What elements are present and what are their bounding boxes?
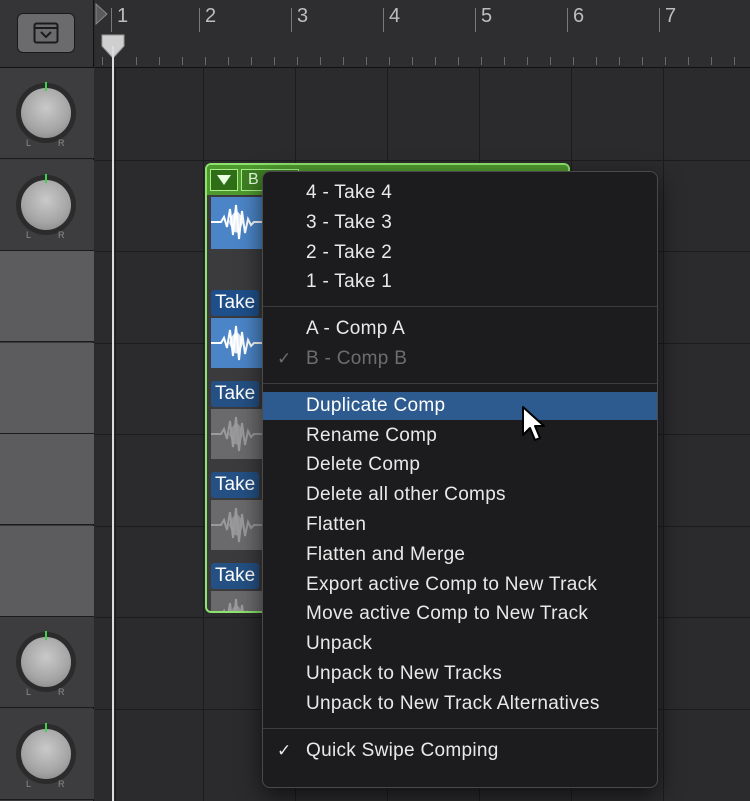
take-lane-label: Take [211,381,260,407]
menu-item-label: Quick Swipe Comping [306,739,499,761]
track-header[interactable] [0,251,94,342]
cycle-start-marker-icon [95,2,108,26]
pan-left-label: L [26,229,32,240]
menu-item-label: Unpack to New Track Alternatives [306,692,600,714]
ruler-bar-tick [199,8,200,32]
menu-item-delete-all-other-comps[interactable]: Delete all other Comps [263,481,657,509]
menu-item-flatten[interactable]: Flatten [263,511,657,539]
pan-right-label: R [58,687,65,697]
pan-left-label: L [26,138,32,148]
menu-item-1-take-1[interactable]: 1 - Take 1 [263,268,657,296]
ruler-bar-tick [111,8,112,32]
menu-item-a-comp-a[interactable]: A - Comp A [263,315,657,343]
menu-item-label: 1 - Take 1 [306,271,393,293]
menu-item-delete-comp[interactable]: Delete Comp [263,451,657,479]
menu-separator [263,382,657,384]
track-header[interactable]: LR [0,68,94,159]
checkmark-icon: ✓ [277,740,292,760]
menu-separator [263,727,657,729]
take-lane-label: Take [211,563,260,589]
menu-item-quick-swipe-comping[interactable]: ✓ Quick Swipe Comping [263,737,657,765]
pan-knob[interactable] [21,631,71,687]
menu-item-label: Delete Comp [306,454,421,476]
track-header[interactable] [0,434,94,525]
ruler-bar-number: 2 [205,5,217,27]
menu-item-3-take-3[interactable]: 3 - Take 3 [263,209,657,237]
menu-item-label: Duplicate Comp [306,394,446,416]
menu-item-label: Unpack to New Tracks [306,663,503,684]
ruler-bar-number: 7 [665,5,677,27]
ruler-bar-tick [475,8,476,32]
timeline-ruler[interactable]: 1 2 3 4 5 6 7 [95,0,750,68]
ruler-corner [0,0,94,68]
ruler-bar-tick [383,8,384,32]
ruler-bar-number: 6 [573,5,585,27]
menu-item-2-take-2[interactable]: 2 - Take 2 [263,239,657,267]
track-header[interactable]: LR [0,159,94,251]
menu-item-label: B - Comp B [306,348,408,369]
menu-item-label: 4 - Take 4 [306,182,393,203]
track-header[interactable]: LR [0,708,94,800]
menu-item-label: Delete all other Comps [306,484,506,506]
menu-item-label: Rename Comp [306,424,438,446]
take-folder-context-menu: 4 - Take 4 3 - Take 3 2 - Take 2 1 - Take 1… [262,171,658,788]
pan-left-label: L [26,687,32,697]
take-folder-disclosure-button[interactable] [210,169,238,191]
pan-right-label: R [58,229,65,240]
ruler-minor-ticks [95,57,750,65]
menu-item-rename-comp[interactable]: Rename Comp [263,422,657,450]
pan-knob[interactable] [21,82,71,138]
menu-separator [263,306,657,308]
chevron-down-box-icon [33,22,59,44]
take-lane-label: Take [211,290,260,316]
menu-item-label: Export active Comp to New Track [306,573,598,595]
collapse-tracks-button[interactable] [17,13,75,53]
ruler-bar-number: 3 [297,5,309,27]
menu-item-label: A - Comp A [306,318,406,340]
ruler-bar-tick [567,8,568,32]
ruler-bar-number: 4 [389,5,401,27]
menu-item-flatten-and-merge[interactable]: Flatten and Merge [263,541,657,569]
menu-item-unpack-to-new-track-alternatives[interactable]: Unpack to New Track Alternatives [263,690,657,718]
menu-item-label: 3 - Take 3 [306,211,393,233]
track-header[interactable]: LR [0,617,94,708]
menu-item-move-active-comp-to-new-track[interactable]: Move active Comp to New Track [263,600,657,628]
ruler-bar-tick [291,8,292,32]
menu-item-label: Flatten and Merge [306,543,466,565]
pan-right-label: R [58,138,65,148]
checkmark-icon: ✓ [277,349,292,368]
menu-item-unpack-to-new-tracks[interactable]: Unpack to New Tracks [263,660,657,688]
mouse-pointer-icon [522,406,545,441]
arrange-window: 1234567 LRLRLRLR B Take Take Take Take 4 - … [0,0,750,801]
menu-item-unpack[interactable]: Unpack [263,630,657,658]
ruler-bar-number: 1 [117,5,129,27]
pan-knob[interactable] [21,722,71,779]
triangle-down-icon [217,175,231,185]
menu-item-b-comp-b: ✓ B - Comp B [263,345,657,373]
playhead-line [112,46,114,801]
ruler-bar-number: 5 [481,5,493,27]
menu-item-4-take-4[interactable]: 4 - Take 4 [263,179,657,207]
pan-left-label: L [26,778,32,789]
take-lane-label: Take [211,472,260,498]
track-header[interactable] [0,342,94,434]
pan-knob[interactable] [21,173,71,230]
menu-item-label: 2 - Take 2 [306,241,393,263]
menu-item-label: Flatten [306,514,367,535]
track-divider [95,159,750,161]
menu-item-label: Unpack [306,633,373,655]
menu-item-export-active-comp-to-new-track[interactable]: Export active Comp to New Track [263,571,657,599]
menu-item-label: Move active Comp to New Track [306,603,589,625]
ruler-bar-tick [659,8,660,32]
track-headers: LRLRLRLR [0,68,94,801]
pan-right-label: R [58,778,65,789]
track-header[interactable] [0,525,94,617]
menu-item-duplicate-comp[interactable]: Duplicate Comp [263,391,657,420]
